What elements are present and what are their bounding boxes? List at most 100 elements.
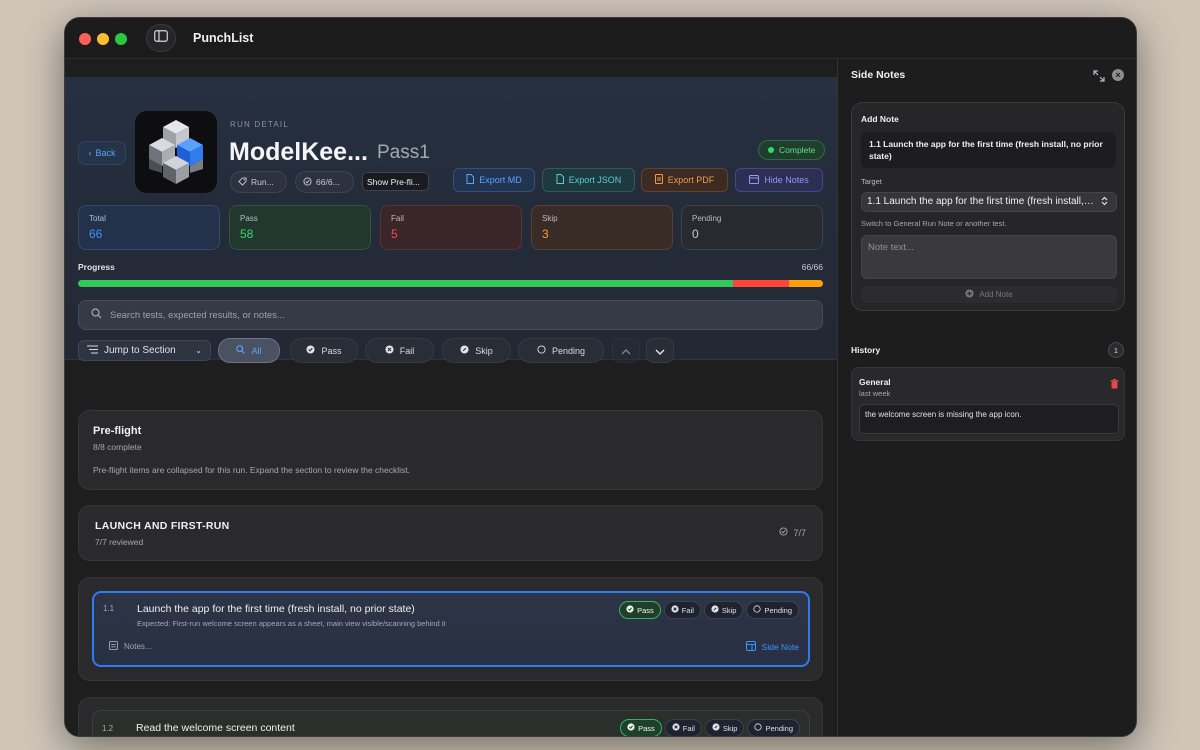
add-note-card: Add Note 1.1 Launch the app for the firs… xyxy=(851,102,1125,311)
side-note-button[interactable]: Side Note xyxy=(745,641,799,653)
add-note-button-label: Add Note xyxy=(979,290,1013,299)
document-icon xyxy=(466,174,475,186)
checkmark-circle-icon xyxy=(303,176,312,188)
preflight-section-card[interactable]: Pre-flight 8/8 complete Pre-flight items… xyxy=(78,410,823,490)
list-icon xyxy=(87,345,98,357)
status-skip-button[interactable]: Skip xyxy=(704,719,745,736)
plus-circle-icon xyxy=(965,289,974,300)
search-input[interactable] xyxy=(110,309,760,321)
test-card: 1.2 Read the welcome screen content Pass… xyxy=(78,697,823,736)
progress-skip-segment xyxy=(789,280,823,287)
section-title: Pre-flight xyxy=(93,425,142,437)
minimize-window-button[interactable] xyxy=(97,33,109,45)
checkmark-circle-icon xyxy=(626,605,634,615)
status-skip-button[interactable]: Skip xyxy=(703,601,744,619)
history-title: History xyxy=(851,345,881,355)
launch-section-header[interactable]: LAUNCH AND FIRST-RUN 7/7 reviewed 7/7 xyxy=(78,505,823,561)
empty-circle-icon xyxy=(537,345,546,356)
progress-pass-segment xyxy=(78,280,733,287)
expand-icon[interactable] xyxy=(1093,69,1105,82)
run-chip[interactable]: Run... xyxy=(230,171,287,193)
notes-field[interactable]: Notes... xyxy=(109,641,152,652)
stat-card-fail[interactable]: Fail 5 xyxy=(380,205,522,250)
count-chip[interactable]: 66/6... xyxy=(295,171,354,193)
show-preflight-toggle[interactable]: Show Pre-fli... xyxy=(362,172,429,191)
side-notes-panel: Side Notes × Add Note 1.1 Launch the app… xyxy=(837,59,1136,736)
zoom-window-button[interactable] xyxy=(115,33,127,45)
stat-card-skip[interactable]: Skip 3 xyxy=(531,205,673,250)
checkmark-circle-icon xyxy=(627,723,635,733)
filter-pass[interactable]: Pass xyxy=(290,338,358,363)
status-fail-button[interactable]: Fail xyxy=(664,719,702,736)
history-entry: General last week the welcome screen is … xyxy=(851,367,1125,441)
stat-card-pending[interactable]: Pending 0 xyxy=(681,205,823,250)
search-icon xyxy=(236,345,246,356)
empty-circle-icon xyxy=(753,605,762,615)
section-count-label: 7/7 xyxy=(793,527,806,538)
skip-circle-icon xyxy=(712,723,720,733)
jump-to-section-menu[interactable]: Jump to Section ⌄ xyxy=(78,340,211,361)
side-notes-title: Side Notes xyxy=(851,69,906,81)
sidebar-toggle-button[interactable] xyxy=(146,24,176,52)
run-chip-label: Run... xyxy=(251,177,274,187)
status-pending-label: Pending xyxy=(765,723,793,733)
pass-name: Pass1 xyxy=(377,142,430,163)
selected-test-name: 1.1 Launch the app for the first time (f… xyxy=(861,132,1116,168)
previous-button[interactable] xyxy=(612,338,640,363)
test-number: 1.2 xyxy=(102,724,114,733)
history-entry-body[interactable]: the welcome screen is missing the app ic… xyxy=(859,404,1119,434)
close-icon[interactable]: × xyxy=(1112,69,1124,81)
export-pdf-button[interactable]: Export PDF xyxy=(641,168,728,192)
status-pass-label: Pass xyxy=(637,605,654,615)
search-bar[interactable] xyxy=(78,300,823,330)
filter-all[interactable]: All xyxy=(218,338,280,363)
target-hint: Switch to General Run Note or another te… xyxy=(861,219,1007,228)
section-subtitle: 8/8 complete xyxy=(93,442,142,452)
export-json-button[interactable]: Export JSON xyxy=(542,168,635,192)
status-pending-button[interactable]: Pending xyxy=(746,601,799,619)
jump-label: Jump to Section xyxy=(104,345,176,356)
checkmark-circle-icon xyxy=(306,345,316,356)
filter-pending[interactable]: Pending xyxy=(518,338,604,363)
trash-icon[interactable] xyxy=(1110,376,1119,389)
progress-bar xyxy=(78,280,823,287)
filter-pass-label: Pass xyxy=(321,345,342,356)
chevron-up-icon xyxy=(621,342,631,360)
side-note-icon xyxy=(745,641,756,653)
next-button[interactable] xyxy=(646,338,674,363)
export-md-button[interactable]: Export MD xyxy=(453,168,535,192)
status-selector: Pass Fail Skip Pending xyxy=(619,601,799,619)
chevron-down-icon xyxy=(655,342,665,360)
status-badge: Complete xyxy=(758,140,826,160)
empty-circle-icon xyxy=(754,723,763,733)
test-row-selected[interactable]: 1.1 Launch the app for the first time (f… xyxy=(92,591,810,667)
add-note-button[interactable]: Add Note xyxy=(861,286,1117,303)
skip-circle-icon xyxy=(711,605,719,615)
show-preflight-label: Show Pre-fli... xyxy=(367,176,420,187)
notes-icon xyxy=(109,641,118,652)
close-window-button[interactable] xyxy=(79,33,91,45)
export-pdf-label: Export PDF xyxy=(667,175,715,185)
back-button[interactable]: ‹ Back xyxy=(78,141,126,165)
app-icon xyxy=(135,111,217,193)
test-expected: Expected: First-run welcome screen appea… xyxy=(137,619,446,628)
export-md-label: Export MD xyxy=(479,175,522,185)
status-pending-button[interactable]: Pending xyxy=(747,719,800,736)
status-pass-button[interactable]: Pass xyxy=(620,719,662,736)
status-pass-button[interactable]: Pass xyxy=(619,601,661,619)
status-selector: Pass Fail Skip Pending xyxy=(620,719,800,736)
stat-card-pass[interactable]: Pass 58 xyxy=(229,205,371,250)
hide-notes-button[interactable]: Hide Notes xyxy=(735,168,823,192)
search-icon xyxy=(91,306,102,324)
status-skip-label: Skip xyxy=(721,605,737,615)
filter-fail[interactable]: Fail xyxy=(365,338,434,363)
x-circle-icon xyxy=(672,723,680,733)
status-fail-button[interactable]: Fail xyxy=(663,601,701,619)
note-text-field[interactable] xyxy=(861,235,1117,279)
filter-skip[interactable]: Skip xyxy=(442,338,511,363)
stat-card-total[interactable]: Total 66 xyxy=(78,205,220,250)
checkmark-circle-icon xyxy=(779,527,789,538)
test-row[interactable]: 1.2 Read the welcome screen content Pass… xyxy=(92,710,810,736)
target-select[interactable]: 1.1 Launch the app for the first time (f… xyxy=(861,192,1117,212)
stat-label: Fail xyxy=(391,214,404,223)
